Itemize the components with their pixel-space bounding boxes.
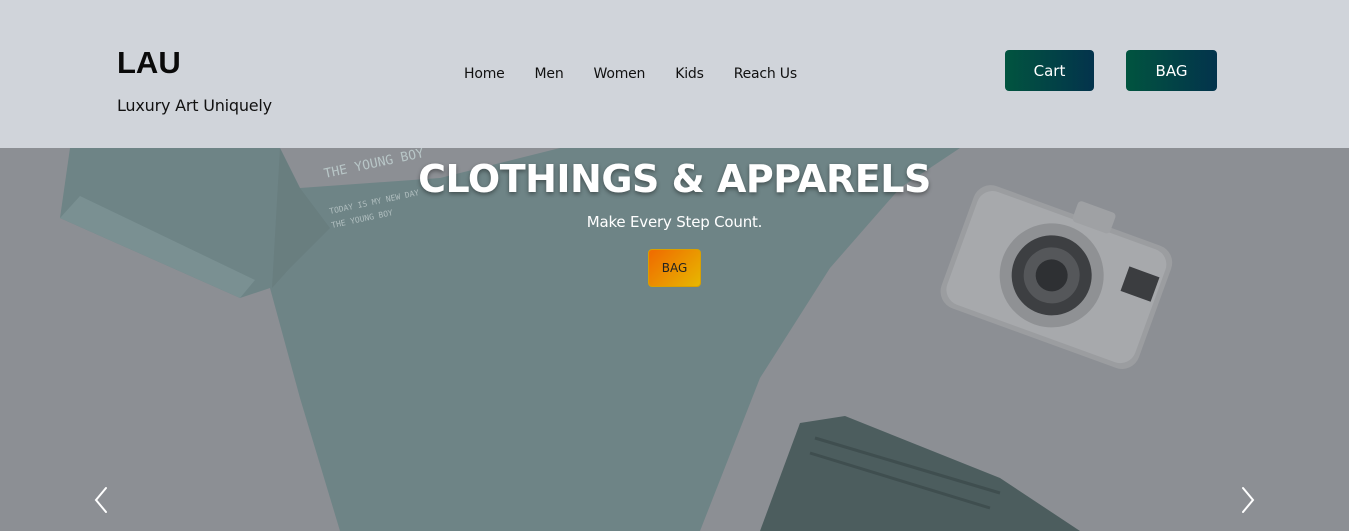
brand-name[interactable]: LAU (117, 44, 272, 82)
hero-background-image: THE YOUNG BOY TODAY IS MY NEW DAY THE YO… (0, 148, 1349, 531)
site-header: LAU Luxury Art Uniquely Home Men Women K… (0, 0, 1349, 148)
hero-title: CLOTHINGS & APPARELS (418, 157, 931, 201)
bag-button[interactable]: BAG (1126, 50, 1217, 91)
brand-tagline: Luxury Art Uniquely (117, 96, 272, 115)
nav-link-women[interactable]: Women (594, 64, 646, 84)
chevron-left-icon[interactable] (91, 485, 111, 515)
chevron-right-icon[interactable] (1238, 485, 1258, 515)
nav-link-home[interactable]: Home (464, 64, 505, 84)
main-nav: Home Men Women Kids Reach Us (464, 64, 827, 84)
hero-subtitle: Make Every Step Count. (586, 213, 763, 231)
hero-bag-button[interactable]: BAG (648, 249, 701, 287)
nav-link-kids[interactable]: Kids (675, 64, 704, 84)
nav-link-men[interactable]: Men (535, 64, 564, 84)
hero-carousel: THE YOUNG BOY TODAY IS MY NEW DAY THE YO… (0, 148, 1349, 531)
brand[interactable]: LAU Luxury Art Uniquely (117, 44, 272, 115)
nav-link-reach-us[interactable]: Reach Us (734, 64, 797, 84)
cart-button[interactable]: Cart (1005, 50, 1094, 91)
